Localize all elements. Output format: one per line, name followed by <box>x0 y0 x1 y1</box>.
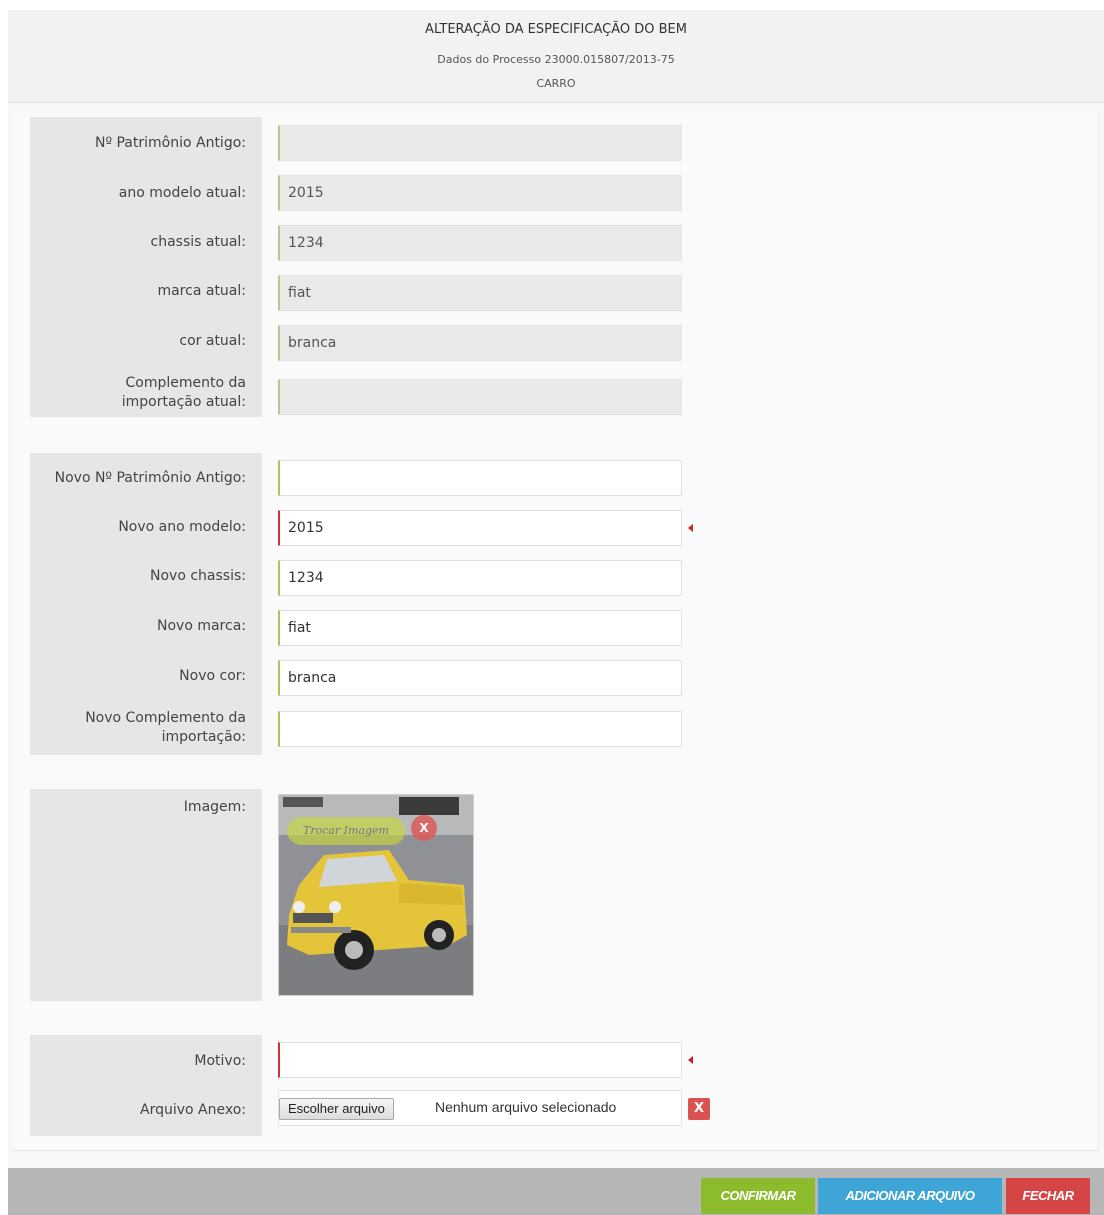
marca-novo-label: Novo marca: <box>157 618 246 634</box>
patrimonio-atual-label: Nº Patrimônio Antigo: <box>94 135 246 151</box>
form-content: Nº Patrimônio Antigo: ano modelo atual: … <box>14 110 1099 1151</box>
row-cor-novo: Novo cor: branca <box>30 658 682 698</box>
cor-atual-label: cor atual: <box>179 333 246 349</box>
row-motivo: Motivo: <box>30 1040 693 1080</box>
cor-novo-input[interactable]: branca <box>278 660 682 696</box>
marca-atual-label: marca atual: <box>157 283 246 299</box>
image-section: Imagem: Trocar Imagem X <box>30 789 680 1001</box>
row-chassis-novo: Novo chassis: 1234 <box>30 558 682 598</box>
new-values-section: Novo Nº Patrimônio Antigo: Novo ano mode… <box>30 453 693 758</box>
row-patrimonio-atual: Nº Patrimônio Antigo: <box>30 122 682 162</box>
complemento-atual-label: Complemento da importação atual: <box>30 374 246 412</box>
row-chassis-atual: chassis atual: 1234 <box>30 222 682 262</box>
trocar-imagem-button[interactable]: Trocar Imagem <box>287 817 405 845</box>
item-name: CARRO <box>536 77 576 90</box>
complemento-atual-label-line2: importação atual: <box>121 394 246 410</box>
ano-atual-field: 2015 <box>278 175 682 211</box>
required-marker-icon <box>688 1056 693 1064</box>
complemento-novo-label-line2: importação: <box>161 729 246 745</box>
required-marker-icon <box>688 524 693 532</box>
row-marca-atual: marca atual: fiat <box>30 272 682 312</box>
chassis-novo-input[interactable]: 1234 <box>278 560 682 596</box>
row-marca-novo: Novo marca: fiat <box>30 608 682 648</box>
reason-section: Motivo: Arquivo Anexo: Escolher arquivo … <box>30 1035 710 1136</box>
close-button[interactable]: FECHAR <box>1006 1178 1090 1214</box>
ano-novo-input[interactable]: 2015 <box>278 510 682 546</box>
cor-novo-label: Novo cor: <box>179 668 246 684</box>
row-ano-atual: ano modelo atual: 2015 <box>30 172 682 212</box>
remove-file-icon[interactable]: X <box>688 1098 710 1120</box>
complemento-novo-input[interactable] <box>278 711 682 747</box>
imagem-label: Imagem: <box>183 799 246 815</box>
motivo-input[interactable] <box>278 1042 682 1078</box>
complemento-novo-label-line1: Novo Complemento da <box>85 710 246 726</box>
chassis-atual-label: chassis atual: <box>150 234 247 250</box>
row-patrimonio-novo: Novo Nº Patrimônio Antigo: <box>30 458 682 498</box>
add-file-button[interactable]: ADICIONAR ARQUIVO <box>818 1178 1002 1214</box>
row-complemento-atual: Complemento da importação atual: <box>30 372 682 422</box>
motivo-label: Motivo: <box>194 1053 246 1069</box>
complemento-atual-field <box>278 379 682 415</box>
patrimonio-novo-input[interactable] <box>278 460 682 496</box>
complemento-atual-label-line1: Complemento da <box>125 375 246 391</box>
process-subtitle: Dados do Processo 23000.015807/2013-75 <box>437 53 675 66</box>
remove-image-icon[interactable]: X <box>411 815 437 841</box>
labels-column <box>30 789 262 1001</box>
dialog-header: ALTERAÇÃO DA ESPECIFICAÇÃO DO BEM Dados … <box>8 10 1104 103</box>
marca-atual-field: fiat <box>278 275 682 311</box>
confirm-button[interactable]: CONFIRMAR <box>701 1178 815 1214</box>
car-photo[interactable]: Trocar Imagem X <box>278 794 474 996</box>
row-complemento-novo: Novo Complemento da importação: <box>30 708 682 758</box>
ano-atual-label: ano modelo atual: <box>118 185 246 201</box>
page-title: ALTERAÇÃO DA ESPECIFICAÇÃO DO BEM <box>425 22 687 37</box>
ano-novo-label: Novo ano modelo: <box>118 519 246 535</box>
row-ano-novo: Novo ano modelo: 2015 <box>30 508 693 548</box>
row-arquivo: Arquivo Anexo: Escolher arquivo Nenhum a… <box>30 1090 710 1130</box>
current-values-section: Nº Patrimônio Antigo: ano modelo atual: … <box>30 117 682 417</box>
dialog: ALTERAÇÃO DA ESPECIFICAÇÃO DO BEM Dados … <box>8 10 1104 1215</box>
patrimonio-atual-field <box>278 125 682 161</box>
complemento-novo-label: Novo Complemento da importação: <box>30 709 246 747</box>
footer-bar: CONFIRMAR ADICIONAR ARQUIVO FECHAR <box>8 1168 1104 1215</box>
chassis-atual-field: 1234 <box>278 225 682 261</box>
row-cor-atual: cor atual: branca <box>30 322 682 362</box>
arquivo-label: Arquivo Anexo: <box>140 1102 246 1118</box>
file-input[interactable]: Escolher arquivo Nenhum arquivo selecion… <box>278 1090 682 1126</box>
choose-file-button[interactable]: Escolher arquivo <box>279 1098 394 1120</box>
chassis-novo-label: Novo chassis: <box>150 568 246 584</box>
file-status: Nenhum arquivo selecionado <box>435 1099 617 1115</box>
cor-atual-field: branca <box>278 325 682 361</box>
marca-novo-input[interactable]: fiat <box>278 610 682 646</box>
patrimonio-novo-label: Novo Nº Patrimônio Antigo: <box>54 470 246 486</box>
